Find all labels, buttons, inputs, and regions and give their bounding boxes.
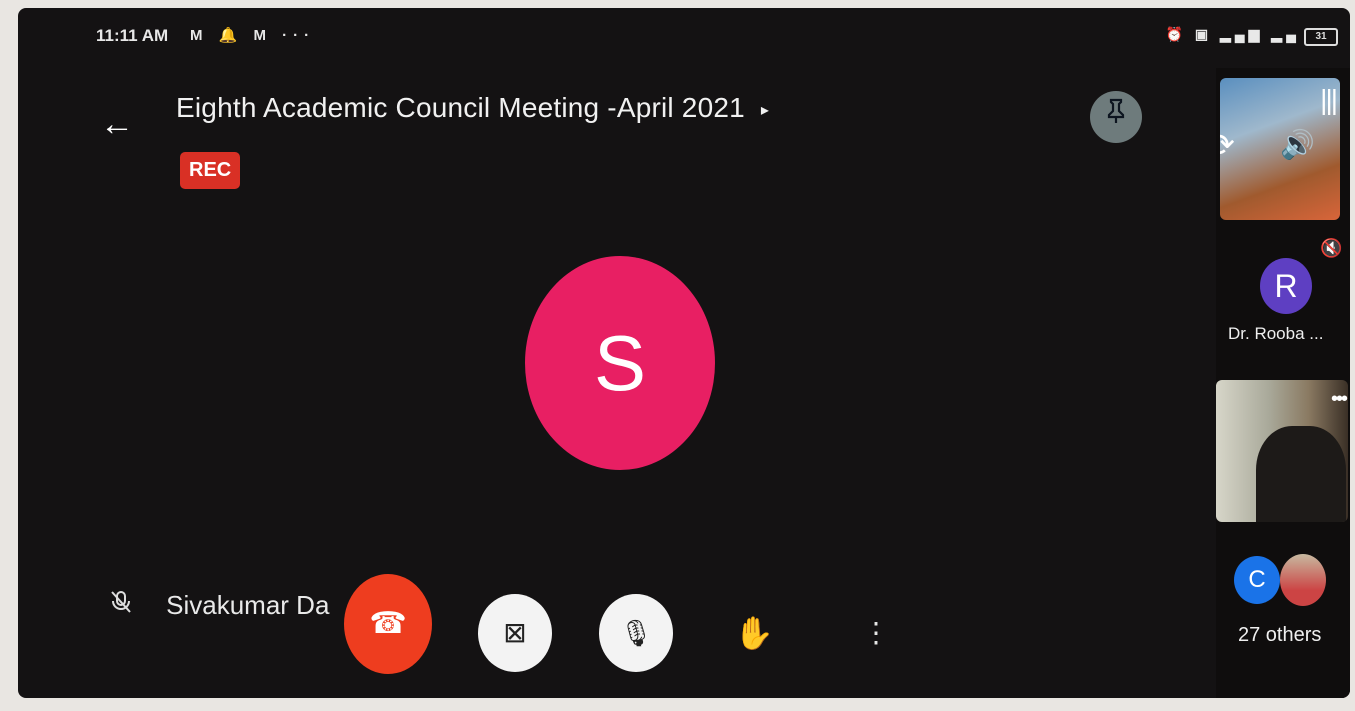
battery-icon: 31 bbox=[1304, 28, 1338, 46]
others-count[interactable]: 27 others bbox=[1238, 624, 1321, 647]
camera-toggle-button[interactable]: ⊠ bbox=[478, 594, 552, 672]
meeting-title[interactable]: Eighth Academic Council Meeting -April 2… bbox=[176, 92, 769, 124]
recording-badge: REC bbox=[180, 152, 241, 189]
raise-hand-button[interactable]: ✋ bbox=[724, 594, 784, 672]
speaker-icon[interactable]: 🔊 bbox=[1280, 128, 1315, 161]
participant-video-tile[interactable]: ••• bbox=[1216, 380, 1348, 522]
mic-off-icon: 🎙 bbox=[619, 618, 653, 648]
mic-off-glyph bbox=[111, 591, 131, 613]
participant-avatar-r[interactable]: R bbox=[1260, 258, 1312, 314]
signal-icons: ⏰ ▣ ▂▄▆ ▂▄ bbox=[1165, 26, 1300, 42]
camera-off-icon: ⊠ bbox=[503, 617, 527, 648]
switch-camera-icon[interactable]: ⟳ bbox=[1220, 126, 1235, 164]
main-speaker-avatar: S bbox=[525, 256, 715, 470]
more-vertical-icon: ⋮ bbox=[862, 617, 890, 648]
participant-rail: ⟳ 🔊 ||| 🔇 R Dr. Rooba ... ••• C 27 other… bbox=[1216, 68, 1350, 698]
status-bar: 11:11 AM M 🔔 M ··· ⏰ ▣ ▂▄▆ ▂▄ 31 bbox=[96, 26, 1340, 48]
pin-glyph bbox=[1107, 98, 1125, 123]
others-avatar-photo[interactable] bbox=[1280, 554, 1326, 606]
meeting-title-text: Eighth Academic Council Meeting -April 2… bbox=[176, 92, 745, 123]
call-controls: ☎ ⊠ 🎙 ✋ ⋮ bbox=[344, 574, 904, 684]
audio-level-icon: ||| bbox=[1320, 84, 1338, 115]
back-arrow-icon[interactable]: ← bbox=[100, 106, 136, 142]
participant-mic-off-icon: 🔇 bbox=[1320, 238, 1343, 258]
status-time: 11:11 AM bbox=[96, 26, 169, 45]
participant-name-r: Dr. Rooba ... bbox=[1228, 324, 1324, 343]
meet-screen: 11:11 AM M 🔔 M ··· ⏰ ▣ ▂▄▆ ▂▄ 31 ← Eight… bbox=[18, 8, 1350, 698]
self-video-tile[interactable]: ⟳ 🔊 ||| bbox=[1220, 78, 1340, 220]
caret-right-icon: ▸ bbox=[760, 101, 770, 119]
mic-toggle-button[interactable]: 🎙 bbox=[599, 594, 673, 672]
end-call-button[interactable]: ☎ bbox=[344, 574, 432, 674]
more-horizontal-icon[interactable]: ••• bbox=[1331, 388, 1348, 411]
participant-video-person bbox=[1256, 426, 1346, 522]
notification-icons: M 🔔 M ··· bbox=[190, 27, 316, 44]
more-options-button[interactable]: ⋮ bbox=[856, 594, 896, 672]
phone-hangup-icon: ☎ bbox=[369, 607, 407, 640]
mic-off-icon bbox=[110, 591, 138, 619]
pin-icon[interactable] bbox=[1090, 91, 1142, 143]
others-avatar-c[interactable]: C bbox=[1234, 556, 1280, 604]
hand-icon: ✋ bbox=[734, 615, 774, 651]
